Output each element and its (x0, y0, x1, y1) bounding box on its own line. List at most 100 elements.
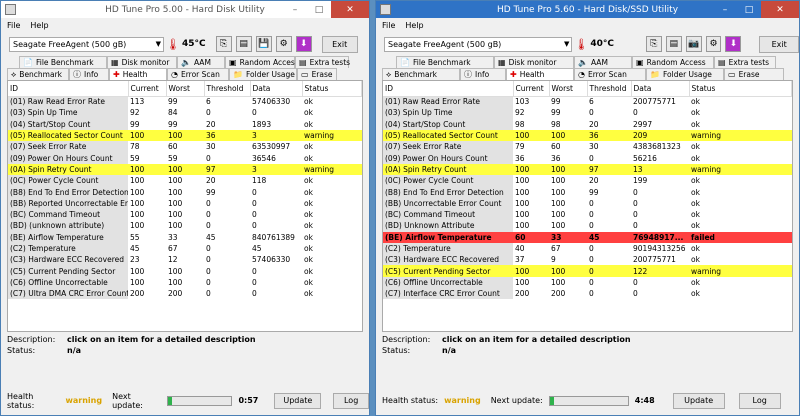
tab-folder-usage[interactable]: 📁 Folder Usage (646, 68, 724, 80)
tab-error-scan[interactable]: ◔ Error Scan (167, 68, 229, 80)
table-row[interactable]: (03) Spin Up Time 92 99 0 0 ok (383, 107, 792, 119)
table-row[interactable]: (BB) Uncorrectable Error Count 100 100 0 0 ok (383, 197, 792, 209)
table-row[interactable]: (B8) End To End Error Detection 100 100 99 0… (383, 186, 792, 198)
col-id[interactable]: ID (8, 81, 129, 97)
table-row[interactable]: (04) Start/Stop Count 98 98 20 2997 ok (383, 118, 792, 130)
exit-button[interactable]: Exit (759, 35, 799, 53)
tab-erase[interactable]: ▭ Erase (297, 68, 337, 80)
menu-file[interactable]: File (7, 21, 20, 30)
options-icon[interactable]: ⚙ (275, 36, 292, 52)
options-icon[interactable]: ⚙ (705, 36, 722, 52)
maximize-icon[interactable]: □ (307, 1, 331, 18)
drive-select[interactable]: Seagate FreeAgent (500 gB) ▼ (9, 36, 164, 52)
minimize-icon[interactable]: – (283, 1, 307, 18)
col-threshold[interactable]: Threshold (587, 81, 632, 97)
camera-icon[interactable]: 📷 (685, 36, 702, 52)
close-icon[interactable]: ✕ (761, 1, 799, 18)
table-row[interactable]: (03) Spin Up Time 92 84 0 0 ok (8, 107, 362, 119)
save-icon[interactable]: 💾 (255, 36, 272, 52)
table-row[interactable]: (C3) Hardware ECC Recovered 23 12 0 57406330… (8, 254, 362, 266)
table-row[interactable]: (B8) End To End Error Detection 100 100 99 0… (8, 186, 362, 198)
col-id[interactable]: ID (383, 81, 514, 97)
maximize-icon[interactable]: □ (737, 1, 761, 18)
col-current[interactable]: Current (513, 81, 550, 97)
table-row[interactable]: (C2) Temperature 45 67 0 45 ok (8, 242, 362, 255)
tab-info[interactable]: ⓘ Info (460, 68, 506, 80)
update-button[interactable]: Update (274, 392, 322, 409)
tab-benchmark[interactable]: ⟡ Benchmark (7, 68, 69, 80)
copy-icon[interactable]: ⎘ (645, 36, 662, 52)
table-row[interactable]: (07) Seek Error Rate 79 60 30 4383681323 ok (383, 141, 792, 153)
table-row[interactable]: (C7) Interface CRC Error Count 200 200 0 0 ok (383, 288, 792, 300)
menu-help[interactable]: Help (405, 21, 423, 30)
table-row[interactable]: (BD) Unknown Attribute 100 100 0 0 ok (383, 220, 792, 232)
table-row[interactable]: (0C) Power Cycle Count 100 100 20 118 ok (8, 175, 362, 187)
table-row[interactable]: (C5) Current Pending Sector 100 100 0 122 war… (383, 265, 792, 277)
tab-info[interactable]: ⓘ Info (69, 68, 109, 80)
table-row[interactable]: (BE) Airflow Temperature 55 33 45 840761389 o… (8, 231, 362, 243)
table-row[interactable]: (01) Raw Read Error Rate 103 99 6 200775771 o… (383, 96, 792, 108)
download-icon[interactable]: ⬇ (295, 36, 312, 52)
table-row[interactable]: (07) Seek Error Rate 78 60 30 63530997 ok (8, 141, 362, 153)
table-row[interactable]: (C2) Temperature 40 67 0 90194313256 ok (383, 242, 792, 255)
table-row[interactable]: (BD) (unknown attribute) 100 100 0 0 ok (8, 220, 362, 232)
tab-extra-tests[interactable]: ▤ Extra tests (295, 56, 350, 68)
table-row[interactable]: (BC) Command Timeout 100 100 0 0 ok (383, 208, 792, 221)
log-button[interactable]: Log (738, 392, 781, 409)
col-data[interactable]: Data (631, 81, 690, 97)
table-row[interactable]: (09) Power On Hours Count 59 59 0 36546 ok (8, 152, 362, 164)
table-row[interactable]: (C7) Ultra DMA CRC Error Count 200 200 0 0 ok (8, 288, 362, 300)
table-row[interactable]: (C6) Offline Uncorrectable 100 100 0 0 ok (383, 276, 792, 289)
exit-button[interactable]: Exit (321, 35, 358, 53)
menu-help[interactable]: Help (30, 21, 48, 30)
title-bar[interactable]: HD Tune Pro 5.60 - Hard Disk/SSD Utility… (376, 1, 799, 18)
table-row[interactable]: (04) Start/Stop Count 99 99 20 1893 ok (8, 118, 362, 130)
table-row[interactable]: (0A) Spin Retry Count 100 100 97 13 warning (383, 163, 792, 176)
table-row[interactable]: (BE) Airflow Temperature 60 33 45 76948917..… (383, 231, 792, 243)
title-bar[interactable]: HD Tune Pro 5.00 - Hard Disk Utility – □… (1, 1, 369, 18)
tab-disk-monitor[interactable]: ▦ Disk monitor (107, 56, 177, 68)
copy-info-icon[interactable]: ▤ (665, 36, 682, 52)
table-row[interactable]: (BC) Command Timeout 100 100 0 0 ok (8, 208, 362, 221)
col-status[interactable]: Status (302, 81, 362, 97)
copy-info-icon[interactable]: ▤ (235, 36, 252, 52)
tab-file-benchmark[interactable]: 📄 File Benchmark (396, 56, 494, 68)
tab-extra-tests[interactable]: ▤ Extra tests (714, 56, 776, 68)
log-button[interactable]: Log (333, 392, 369, 409)
update-button[interactable]: Update (672, 392, 725, 409)
tab-disk-monitor[interactable]: ▦ Disk monitor (494, 56, 574, 68)
tab-benchmark[interactable]: ⟡ Benchmark (382, 68, 460, 80)
tab-folder-usage[interactable]: 📁 Folder Usage (229, 68, 297, 80)
tab-file-benchmark[interactable]: 📄 File Benchmark (19, 56, 107, 68)
table-row[interactable]: (01) Raw Read Error Rate 113 99 6 57406330 ok (8, 96, 362, 108)
tab-health[interactable]: ✚ Health (109, 68, 167, 80)
copy-icon[interactable]: ⎘ (215, 36, 232, 52)
tab-aam[interactable]: 🔈 AAM (574, 56, 632, 68)
col-threshold[interactable]: Threshold (204, 81, 251, 97)
tab-random-access[interactable]: ▣ Random Access (225, 56, 299, 68)
tab-random-access[interactable]: ▣ Random Access (632, 56, 714, 68)
minimize-icon[interactable]: – (713, 1, 737, 18)
col-worst[interactable]: Worst (549, 81, 588, 97)
table-row[interactable]: (BB) Reported Uncorrectable Errors100100… (8, 197, 362, 209)
table-row[interactable]: (09) Power On Hours Count 36 36 0 56216 ok (383, 152, 792, 164)
table-row[interactable]: (05) Reallocated Sector Count 100 100 36 3 wa… (8, 129, 362, 142)
table-row[interactable]: (0C) Power Cycle Count 100 100 20 199 ok (383, 175, 792, 187)
table-row[interactable]: (05) Reallocated Sector Count 100 100 36 209… (383, 129, 792, 142)
download-icon[interactable]: ⬇ (725, 36, 742, 52)
col-worst[interactable]: Worst (166, 81, 205, 97)
col-current[interactable]: Current (128, 81, 167, 97)
tab-health[interactable]: ✚ Health (506, 68, 574, 80)
tab-error-scan[interactable]: ◔ Error Scan (574, 68, 646, 80)
table-row[interactable]: (C5) Current Pending Sector 100 100 0 0 ok (8, 265, 362, 277)
drive-select[interactable]: Seagate FreeAgent (500 gB) ▼ (384, 36, 573, 52)
table-row[interactable]: (0A) Spin Retry Count 100 100 97 3 warning (8, 163, 362, 176)
tab-aam[interactable]: 🔈 AAM (177, 56, 225, 68)
table-row[interactable]: (C3) Hardware ECC Recovered 37 9 0 200775771… (383, 254, 792, 266)
col-status[interactable]: Status (689, 81, 792, 97)
close-icon[interactable]: ✕ (331, 1, 369, 18)
tab-erase[interactable]: ▭ Erase (724, 68, 784, 80)
col-data[interactable]: Data (250, 81, 303, 97)
menu-file[interactable]: File (382, 21, 395, 30)
table-row[interactable]: (C6) Offline Uncorrectable 100 100 0 0 ok (8, 276, 362, 289)
